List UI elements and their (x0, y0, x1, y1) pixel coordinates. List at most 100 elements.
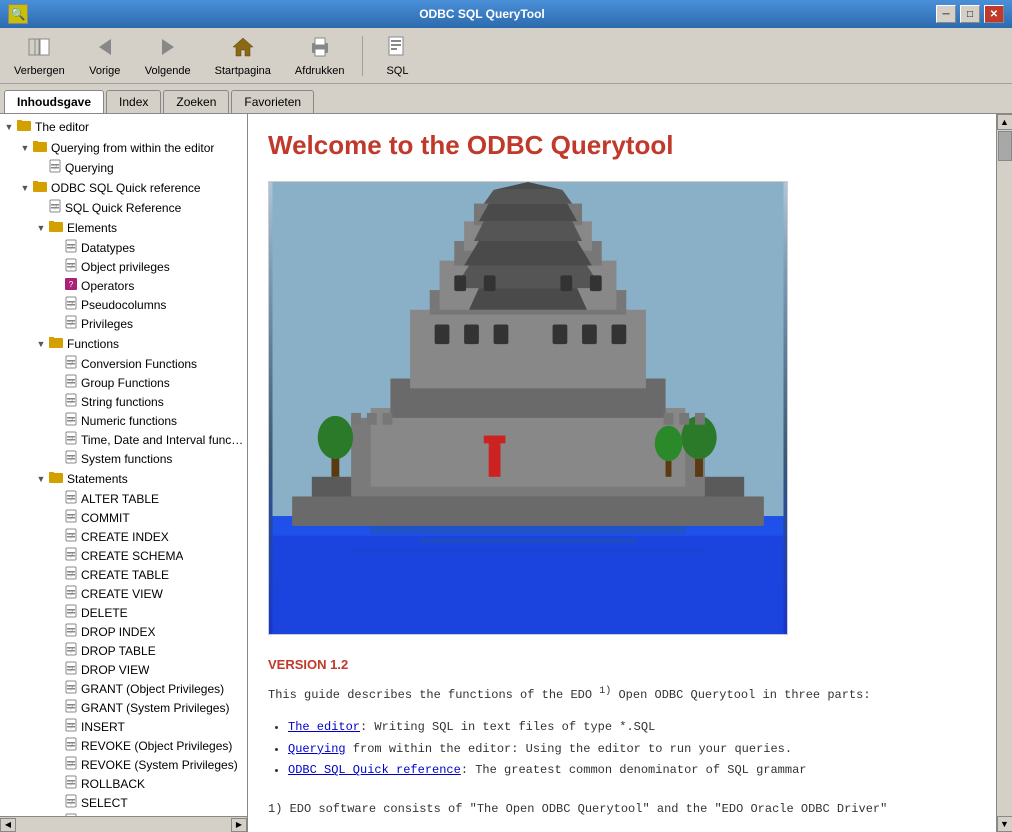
tab-inhoudsgave[interactable]: Inhoudsgave (4, 90, 104, 113)
page-icon: ? (64, 450, 78, 467)
scroll-thumb[interactable] (998, 131, 1012, 161)
querying-link[interactable]: Querying (288, 742, 346, 756)
tree-item-time-date-functions[interactable]: ?Time, Date and Interval functio... (0, 430, 247, 449)
svg-text:?: ? (69, 302, 73, 309)
svg-text:?: ? (69, 496, 73, 503)
scroll-up-btn[interactable]: ▲ (997, 114, 1012, 130)
app-icon[interactable]: 🔍 (8, 4, 28, 24)
expand-spacer (34, 161, 48, 175)
tree-item-object-privileges[interactable]: ?Object privileges (0, 257, 247, 276)
toolbar-volgende[interactable]: Volgende (137, 33, 199, 79)
scroll-right-btn[interactable]: ▶ (231, 818, 247, 832)
expand-spacer (50, 298, 64, 312)
tree-item-alter-table[interactable]: ? ALTER TABLE (0, 489, 247, 508)
tree-item-conv-functions[interactable]: ?Conversion Functions (0, 354, 247, 373)
tree-item-privileges[interactable]: ?Privileges (0, 314, 247, 333)
page-icon: ? (64, 528, 78, 545)
editor-link[interactable]: The editor (288, 720, 360, 734)
toolbar-afdrukken[interactable]: Afdrukken (287, 33, 353, 79)
tree-item-grant-object[interactable]: ?GRANT (Object Privileges) (0, 679, 247, 698)
tab-index[interactable]: Index (106, 90, 161, 113)
tree-item-label: Numeric functions (81, 414, 177, 428)
tree-item-sql-quick-ref[interactable]: ?SQL Quick Reference (0, 198, 247, 217)
list-item: The editor: Writing SQL in text files of… (288, 717, 976, 739)
volgende-icon (156, 35, 180, 63)
expand-icon[interactable]: ▼ (34, 472, 48, 486)
tree-item-functions[interactable]: ▼Functions (0, 333, 247, 354)
close-button[interactable]: ✕ (984, 5, 1004, 23)
tree-item-drop-table[interactable]: ? DROP TABLE (0, 641, 247, 660)
tree-item-group-functions[interactable]: ?Group Functions (0, 373, 247, 392)
tree-container[interactable]: ▼The editor▼Querying from within the edi… (0, 114, 247, 816)
page-icon: ? (64, 718, 78, 735)
expand-icon[interactable]: ▼ (34, 221, 48, 235)
tree-item-revoke-system[interactable]: ?REVOKE (System Privileges) (0, 755, 247, 774)
startpagina-label: Startpagina (215, 65, 271, 77)
tree-item-revoke-object[interactable]: ? REVOKE (Object Privileges) (0, 736, 247, 755)
tree-item-insert[interactable]: ?INSERT (0, 717, 247, 736)
right-scrollbar[interactable]: ▲ ▼ (996, 114, 1012, 832)
tree-item-commit[interactable]: ?COMMIT (0, 508, 247, 527)
tree-item-label: ROLLBACK (81, 777, 145, 791)
tree-item-numeric-functions[interactable]: ?Numeric functions (0, 411, 247, 430)
toolbar-vorige[interactable]: Vorige (81, 33, 129, 79)
tree-item-pseudocolumns[interactable]: ?Pseudocolumns (0, 295, 247, 314)
verbergen-icon (27, 35, 51, 63)
page-icon: ? (64, 680, 78, 697)
tree-item-querying-from[interactable]: ▼Querying from within the editor (0, 137, 247, 158)
tree-item-elements[interactable]: ▼Elements (0, 217, 247, 238)
description-text: This guide describes the functions of th… (268, 684, 976, 705)
tree-item-create-view[interactable]: ?CREATE VIEW (0, 584, 247, 603)
toolbar-sql[interactable]: SQL (373, 33, 421, 79)
scroll-down-btn[interactable]: ▼ (997, 816, 1012, 832)
tree-item-label: DROP TABLE (81, 644, 156, 658)
minimize-button[interactable]: ─ (936, 5, 956, 23)
expand-icon[interactable]: ▼ (18, 141, 32, 155)
tree-item-statements[interactable]: ▼Statements (0, 468, 247, 489)
expand-icon[interactable]: ▼ (34, 337, 48, 351)
tab-zoeken[interactable]: Zoeken (163, 90, 229, 113)
tab-favorieten[interactable]: Favorieten (231, 90, 314, 113)
tree-item-create-index[interactable]: ?CREATE INDEX (0, 527, 247, 546)
svg-text:?: ? (69, 743, 73, 750)
tree-item-rollback[interactable]: ?ROLLBACK (0, 774, 247, 793)
tree-item-grant-system[interactable]: ?GRANT (System Privileges) (0, 698, 247, 717)
tree-item-label: REVOKE (Object Privileges) (81, 739, 232, 753)
svg-text:?: ? (69, 380, 73, 387)
folder-icon (32, 178, 48, 197)
tree-item-operators[interactable]: ?Operators (0, 276, 247, 295)
expand-spacer (50, 395, 64, 409)
scroll-left-btn[interactable]: ◀ (0, 818, 16, 832)
restore-button[interactable]: □ (960, 5, 980, 23)
tree-item-editor[interactable]: ▼The editor (0, 116, 247, 137)
expand-icon[interactable]: ▼ (18, 181, 32, 195)
expand-spacer (50, 720, 64, 734)
toolbar-startpagina[interactable]: Startpagina (207, 33, 279, 79)
tree-item-create-table[interactable]: ?CREATE TABLE (0, 565, 247, 584)
tree-item-delete[interactable]: ?DELETE (0, 603, 247, 622)
tree-item-drop-index[interactable]: ?DROP INDEX (0, 622, 247, 641)
tree-item-odbc-quick-ref[interactable]: ▼ODBC SQL Quick reference (0, 177, 247, 198)
tree-item-label: String functions (81, 395, 164, 409)
startpagina-icon (231, 35, 255, 63)
page-icon: ? (64, 509, 78, 526)
tree-item-datatypes[interactable]: ?Datatypes (0, 238, 247, 257)
folder-icon (48, 218, 64, 237)
svg-text:?: ? (69, 648, 73, 655)
window-controls: ─ □ ✕ (936, 5, 1004, 23)
tree-item-label: Object privileges (81, 260, 170, 274)
tree-item-string-functions[interactable]: ?String functions (0, 392, 247, 411)
toolbar-verbergen[interactable]: Verbergen (6, 33, 73, 79)
bottom-scrollbar[interactable]: ◀ ▶ (0, 816, 247, 832)
expand-spacer (50, 587, 64, 601)
tree-item-label: ALTER TABLE (81, 492, 159, 506)
tree-item-drop-view[interactable]: ?DROP VIEW (0, 660, 247, 679)
tree-item-system-functions[interactable]: ?System functions (0, 449, 247, 468)
tree-item-select[interactable]: ?SELECT (0, 793, 247, 812)
tree-item-create-schema[interactable]: ?CREATE SCHEMA (0, 546, 247, 565)
expand-spacer (50, 433, 64, 447)
tree-item-querying[interactable]: ?Querying (0, 158, 247, 177)
odbc-sql-link[interactable]: ODBC SQL Quick reference (288, 763, 461, 777)
expand-icon[interactable]: ▼ (2, 120, 16, 134)
page-icon: ? (64, 775, 78, 792)
